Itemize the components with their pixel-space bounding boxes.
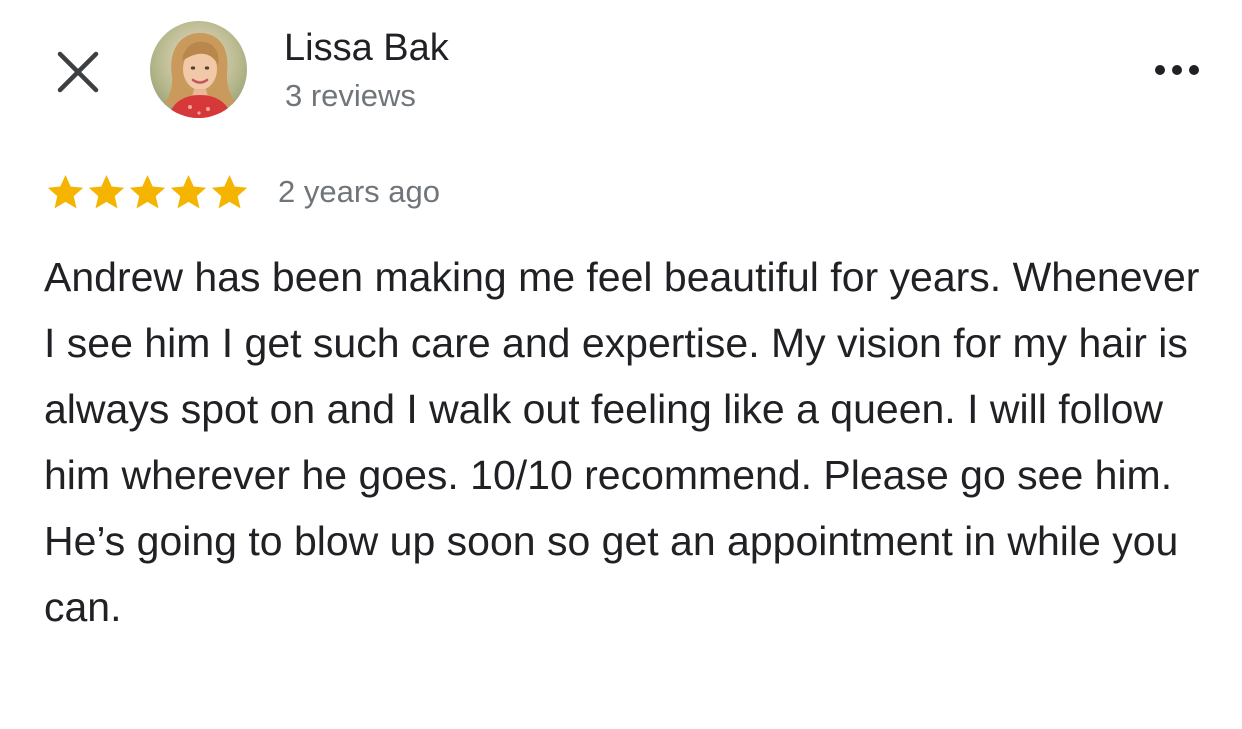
star-filled-icon (129, 175, 166, 209)
star-filled-icon (170, 175, 207, 209)
avatar-image (150, 21, 247, 118)
star-rating (45, 172, 250, 212)
more-options-button[interactable] (1148, 50, 1208, 90)
star-filled-icon (88, 175, 125, 209)
close-icon (57, 51, 99, 93)
close-button[interactable] (50, 44, 106, 100)
review-time: 2 years ago (278, 174, 440, 209)
reviewer-name[interactable]: Lissa Bak (284, 26, 449, 70)
more-horizontal-icon (1155, 65, 1199, 75)
review-count: 3 reviews (285, 78, 416, 113)
star-filled-icon (211, 175, 248, 209)
avatar[interactable] (150, 21, 247, 118)
star-filled-icon (47, 175, 84, 209)
review-text: Andrew has been making me feel beautiful… (44, 254, 1200, 630)
